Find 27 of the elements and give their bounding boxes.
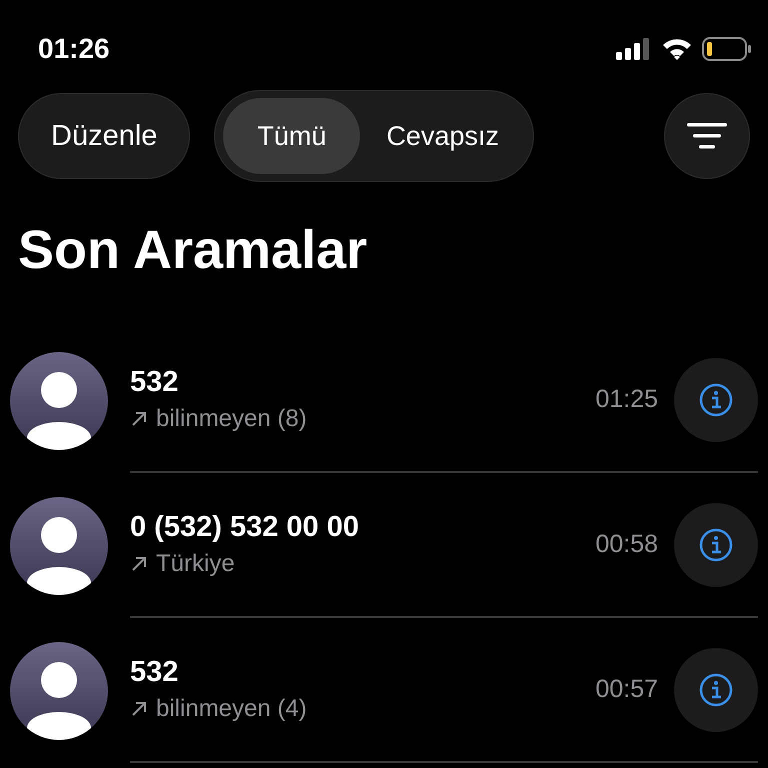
filter-tab[interactable]: Cevapsız: [360, 98, 525, 174]
outgoing-arrow-icon: [130, 555, 148, 573]
caller-name: 0 (532) 532 00 00: [130, 511, 360, 544]
call-time: 00:57: [595, 675, 658, 704]
signal-icon: [616, 38, 652, 60]
filter-icon: [687, 123, 727, 149]
call-detail: bilinmeyen (8): [156, 405, 307, 433]
avatar-icon: [10, 352, 108, 450]
avatar-icon: [10, 496, 108, 594]
wifi-icon: [662, 38, 692, 60]
info-icon: [699, 382, 733, 416]
avatar-icon: [10, 642, 108, 740]
caller-name: 532: [130, 656, 180, 689]
call-time: 01:25: [595, 385, 658, 414]
edit-button[interactable]: Düzenle: [18, 93, 190, 179]
info-icon: [699, 672, 733, 706]
info-icon: [699, 528, 733, 562]
outgoing-arrow-icon: [130, 410, 148, 428]
call-detail: bilinmeyen (4): [156, 695, 307, 723]
battery-icon: [702, 37, 752, 61]
call-detail: Türkiye: [156, 550, 235, 578]
outgoing-arrow-icon: [130, 700, 148, 718]
caller-name: 532: [130, 366, 180, 399]
page-title: Son Aramalar: [18, 220, 368, 280]
call-time: 00:58: [595, 530, 658, 559]
filter-tab[interactable]: Tümü: [223, 98, 360, 174]
status-time: 01:26: [38, 33, 110, 65]
